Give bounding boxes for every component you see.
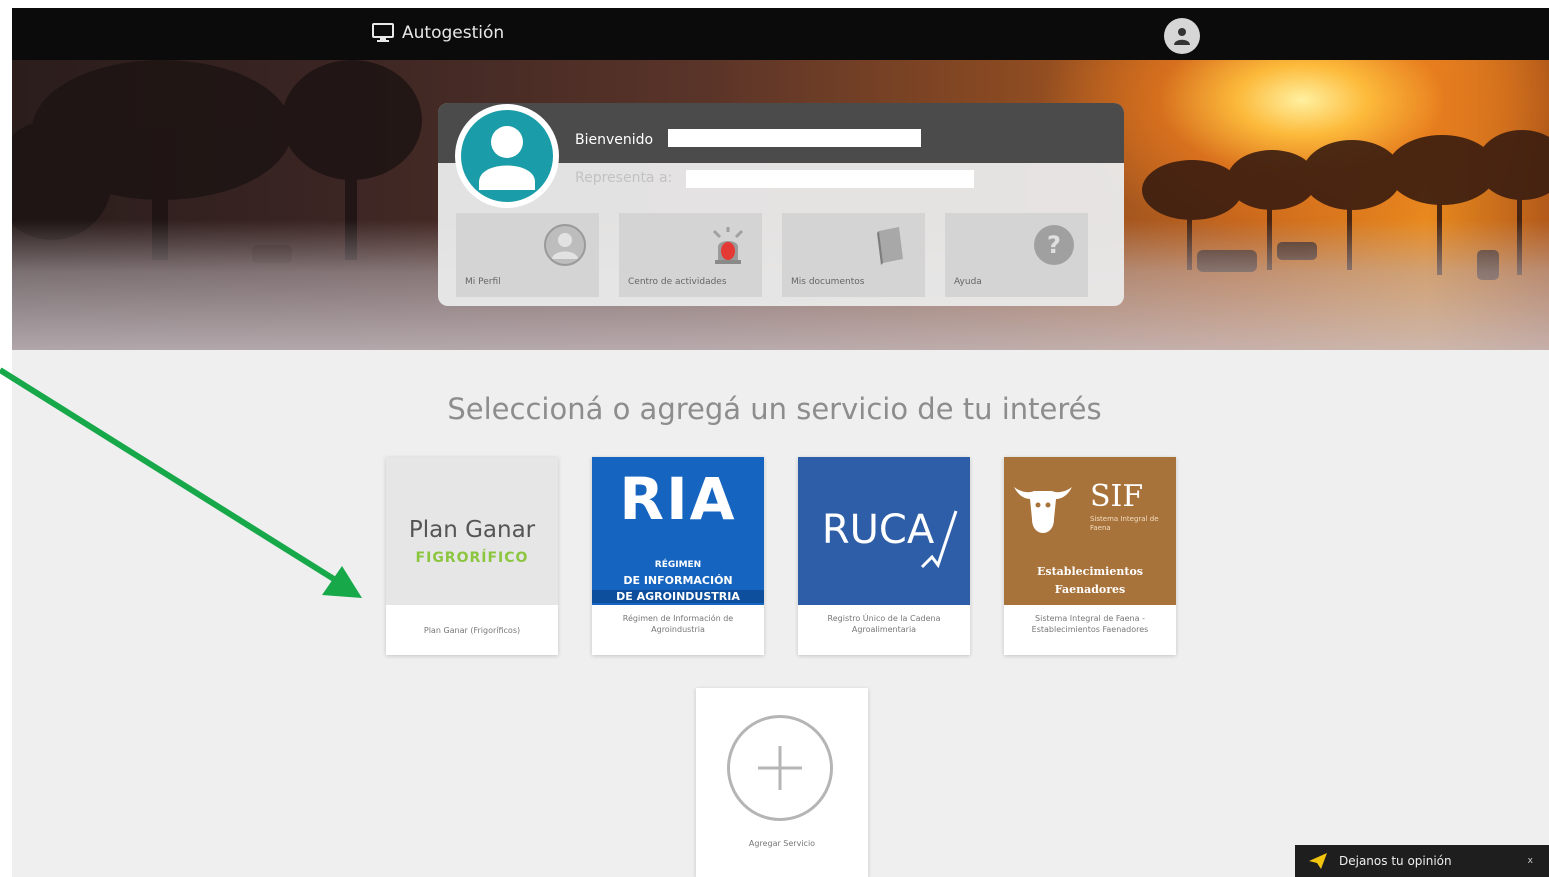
service-logo: RUCA	[798, 457, 970, 605]
plan-ganar-logo-line1: Plan Ganar	[408, 517, 536, 543]
service-card-ria[interactable]: RIA RÉGIMEN DE INFORMACIÓN DE AGROINDUST…	[592, 457, 764, 655]
service-card-ruca[interactable]: RUCA Registro Único de la Cadena Agroali…	[798, 457, 970, 655]
redacted-represented	[686, 170, 974, 188]
feedback-label: Dejanos tu opinión	[1339, 854, 1452, 868]
paper-plane-icon	[1309, 853, 1327, 869]
green-arrow-annotation	[0, 367, 362, 598]
user-circle-icon	[544, 224, 586, 266]
page: Autogestión Bienvenido Representa a: Mi …	[0, 0, 1549, 877]
ria-logo-title: RIA	[619, 465, 737, 533]
user-avatar-button[interactable]	[1164, 18, 1200, 54]
sif-logo-title: SIF	[1090, 479, 1144, 514]
service-caption: Régimen de Información de Agroindustria	[622, 614, 734, 634]
ria-logo-line3: DE AGROINDUSTRIA	[592, 590, 764, 603]
svg-text:?: ?	[1047, 231, 1061, 259]
service-caption: Plan Ganar (Frigoríficos)	[423, 626, 521, 635]
ria-logo-line1: RÉGIMEN	[654, 560, 702, 570]
service-card-sif[interactable]: SIF Sistema Integral de Faena Establecim…	[1004, 457, 1176, 655]
profile-avatar[interactable]	[455, 104, 559, 208]
tile-mis-documentos[interactable]: Mis documentos	[782, 213, 925, 297]
feedback-close-button[interactable]: x	[1528, 856, 1533, 866]
ruca-logo-mark	[920, 510, 958, 569]
add-service-label: Agregar Servicio	[748, 839, 816, 848]
service-caption: Registro Único de la Cadena Agroalimenta…	[827, 614, 941, 634]
question-icon: ?	[1034, 225, 1074, 265]
sif-logo-line1: Establecimientos	[1037, 565, 1143, 578]
top-navbar: Autogestión	[12, 8, 1549, 60]
represents-label: Representa a:	[575, 170, 673, 186]
welcome-greeting: Bienvenido	[575, 132, 654, 148]
sif-logo-sub: Sistema Integral de Faena	[1090, 515, 1159, 532]
tile-label: Mi Perfil	[465, 277, 501, 287]
alarm-icon	[712, 227, 744, 264]
ria-logo-line2: DE INFORMACIÓN	[623, 574, 733, 587]
sif-logo-line2: Faenadores	[1054, 583, 1126, 596]
tile-ayuda[interactable]: ? Ayuda	[945, 213, 1088, 297]
add-service-plus-icon	[727, 715, 833, 821]
tile-label: Mis documentos	[791, 277, 865, 287]
book-icon	[877, 227, 903, 265]
tile-centro-actividades[interactable]: Centro de actividades	[619, 213, 762, 297]
redacted-username	[668, 129, 921, 147]
add-service-card[interactable]: Agregar Servicio	[696, 688, 868, 877]
brand-link[interactable]: Autogestión	[372, 23, 504, 43]
service-caption: Sistema Integral de Faena - Establecimie…	[1031, 614, 1149, 634]
feedback-tab[interactable]: Dejanos tu opinión x	[1295, 845, 1549, 877]
tile-label: Centro de actividades	[628, 277, 727, 287]
cow-head-icon	[1014, 487, 1072, 533]
service-logo: Plan Ganar FIGRORÍFICO	[386, 457, 558, 605]
monitor-icon	[372, 23, 394, 42]
service-logo: SIF Sistema Integral de Faena Establecim…	[1004, 457, 1176, 605]
tile-mi-perfil[interactable]: Mi Perfil	[456, 213, 599, 297]
app-title: Autogestión	[402, 23, 505, 43]
service-logo: RIA RÉGIMEN DE INFORMACIÓN DE AGROINDUST…	[592, 457, 764, 605]
profile-avatar-icon	[461, 110, 553, 202]
tile-label: Ayuda	[954, 277, 982, 287]
plan-ganar-logo-line2: FIGRORÍFICO	[415, 550, 529, 566]
user-avatar-icon	[1174, 28, 1190, 45]
service-card-plan-ganar[interactable]: Plan Ganar FIGRORÍFICO Plan Ganar (Frigo…	[386, 457, 558, 655]
